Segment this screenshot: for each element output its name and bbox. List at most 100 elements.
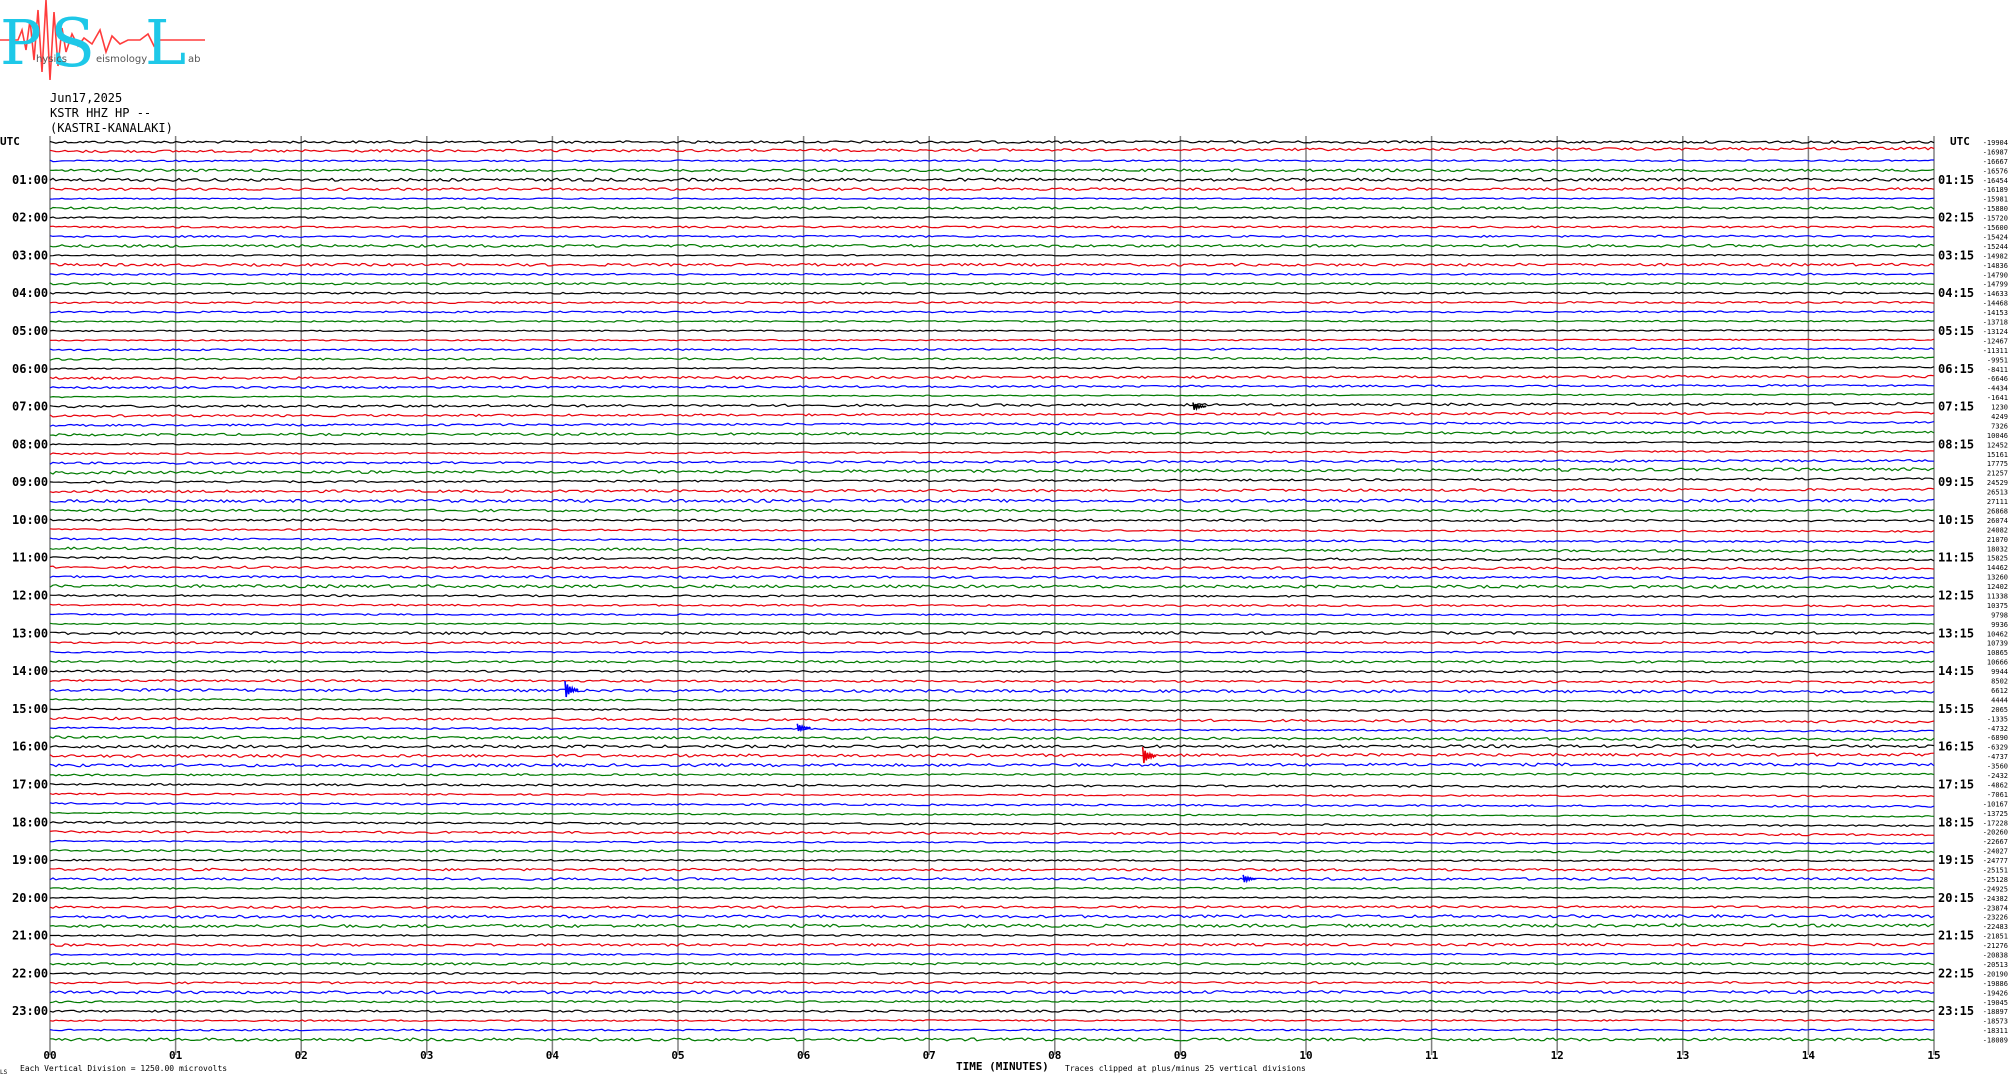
offset-label: -10167 bbox=[1983, 800, 2008, 808]
left-time-label: 07:00 bbox=[12, 400, 48, 414]
trace-row-22 bbox=[49, 347, 1935, 352]
x-tick-label: 05 bbox=[671, 1049, 684, 1062]
offset-label: -14633 bbox=[1983, 290, 2008, 298]
offset-label: -1335 bbox=[1987, 715, 2008, 723]
trace-row-45 bbox=[49, 565, 1935, 571]
trace-row-35 bbox=[49, 467, 1935, 475]
trace-row-44 bbox=[49, 556, 1935, 562]
offset-label: -2432 bbox=[1987, 772, 2008, 780]
right-offset-labels: -19904-16987 -16667-16576 -16454-16189 -159… bbox=[1983, 139, 2008, 1045]
left-time-label: 11:00 bbox=[12, 551, 48, 565]
offset-label: 4444 bbox=[1991, 696, 2008, 704]
offset-label: 6612 bbox=[1991, 687, 2008, 695]
trace-row-76 bbox=[49, 858, 1935, 863]
trace-row-1 bbox=[49, 146, 1935, 154]
offset-label: -15424 bbox=[1983, 233, 2008, 241]
offset-label: 15161 bbox=[1987, 451, 2008, 459]
trace-row-56 bbox=[49, 669, 1935, 674]
offset-label: -13718 bbox=[1983, 319, 2008, 327]
x-tick-label: 01 bbox=[169, 1049, 183, 1062]
left-time-label: 17:00 bbox=[12, 777, 48, 791]
offset-label: -15244 bbox=[1983, 243, 2008, 251]
x-tick-label: 15 bbox=[1927, 1049, 1940, 1062]
x-axis-title: TIME (MINUTES) bbox=[956, 1060, 1049, 1073]
trace-row-80 bbox=[49, 896, 1934, 900]
trace-row-53 bbox=[50, 640, 1935, 645]
seismogram-plot: 01:00 02:00 03:00 04:00 05:00 06:00 07:00 08:00… bbox=[0, 135, 2008, 1076]
trace-row-20 bbox=[49, 329, 1935, 333]
x-tick-label: 08 bbox=[1048, 1049, 1061, 1062]
x-tick-label: 10 bbox=[1299, 1049, 1312, 1062]
x-tick-label: 12 bbox=[1551, 1049, 1564, 1062]
left-time-label: 09:00 bbox=[12, 475, 48, 489]
trace-row-63 bbox=[49, 735, 1935, 742]
offset-label: -25128 bbox=[1983, 876, 2008, 884]
event-1 bbox=[564, 680, 579, 698]
trace-row-40 bbox=[49, 518, 1935, 523]
left-time-label: 10:00 bbox=[12, 513, 48, 527]
offset-label: -24027 bbox=[1983, 848, 2008, 856]
trace-row-14 bbox=[49, 272, 1935, 276]
trace-row-5 bbox=[49, 186, 1935, 192]
trace-row-78 bbox=[49, 876, 1935, 881]
left-time-label: 15:00 bbox=[12, 702, 48, 716]
offset-label: -20260 bbox=[1983, 829, 2008, 837]
offset-label: 14462 bbox=[1987, 564, 2008, 572]
offset-label: -24925 bbox=[1983, 885, 2008, 893]
right-time-label: 06:15 bbox=[1938, 362, 1974, 376]
offset-label: -17228 bbox=[1983, 819, 2008, 827]
offset-label: -21851 bbox=[1983, 933, 2008, 941]
offset-label: 26868 bbox=[1987, 507, 2008, 515]
offset-label: 2065 bbox=[1991, 706, 2008, 714]
right-time-label: 21:15 bbox=[1938, 929, 1974, 943]
trace-row-33 bbox=[49, 449, 1935, 456]
header-date: Jun17,2025 bbox=[50, 91, 123, 105]
offset-label: -18897 bbox=[1983, 1008, 2008, 1016]
logo-letter-p: P bbox=[0, 6, 42, 79]
left-time-label: 13:00 bbox=[12, 626, 48, 640]
offset-label: -14153 bbox=[1983, 309, 2008, 317]
offset-label: -19045 bbox=[1983, 999, 2008, 1007]
clip-note: Traces clipped at plus/minus 25 vertical… bbox=[1065, 1064, 1306, 1073]
trace-row-59 bbox=[49, 698, 1935, 703]
offset-label: -6329 bbox=[1987, 744, 2008, 752]
offset-label: 4249 bbox=[1991, 413, 2008, 421]
right-time-label: 09:15 bbox=[1938, 475, 1974, 489]
offset-label: -14799 bbox=[1983, 281, 2008, 289]
trace-row-55 bbox=[49, 659, 1935, 664]
offset-label: -22667 bbox=[1983, 838, 2008, 846]
trace-row-74 bbox=[50, 839, 1935, 845]
offset-label: -15981 bbox=[1983, 196, 2008, 204]
trace-row-42 bbox=[49, 537, 1935, 544]
offset-label: 7326 bbox=[1991, 422, 2008, 430]
trace-row-43 bbox=[49, 546, 1935, 554]
left-time-label: 05:00 bbox=[12, 324, 48, 338]
trace-row-51 bbox=[49, 622, 1935, 626]
trace-row-50 bbox=[49, 613, 1935, 617]
offset-label: -13725 bbox=[1983, 810, 2008, 818]
trace-row-54 bbox=[50, 650, 1935, 654]
trace-row-73 bbox=[49, 830, 1935, 837]
trace-row-94 bbox=[49, 1028, 1935, 1032]
offset-label: 12452 bbox=[1987, 441, 2008, 449]
trace-row-32 bbox=[49, 440, 1935, 446]
logo-subtitle-seismology: eismology bbox=[96, 54, 147, 65]
offset-label: 13260 bbox=[1987, 574, 2008, 582]
offset-label: -16454 bbox=[1983, 177, 2008, 185]
offset-label: -24777 bbox=[1983, 857, 2008, 865]
left-time-label: 23:00 bbox=[12, 1004, 48, 1018]
offset-label: -18089 bbox=[1983, 1037, 2008, 1045]
logo-letter-s: S bbox=[50, 5, 95, 82]
offset-label: 9798 bbox=[1991, 611, 2008, 619]
left-time-label: 08:00 bbox=[12, 437, 48, 451]
trace-row-9 bbox=[49, 225, 1935, 229]
offset-label: 10375 bbox=[1987, 602, 2008, 610]
trace-row-0 bbox=[49, 140, 1935, 144]
offset-label: -21276 bbox=[1983, 942, 2008, 950]
offset-label: -8411 bbox=[1987, 366, 2008, 374]
left-time-labels: 01:00 02:00 03:00 04:00 05:00 06:00 07:00 08:00… bbox=[12, 173, 48, 1018]
event-4 bbox=[1242, 874, 1257, 884]
offset-label: 27111 bbox=[1987, 498, 2008, 506]
trace-row-10 bbox=[49, 234, 1935, 239]
trace-row-67 bbox=[49, 772, 1935, 777]
